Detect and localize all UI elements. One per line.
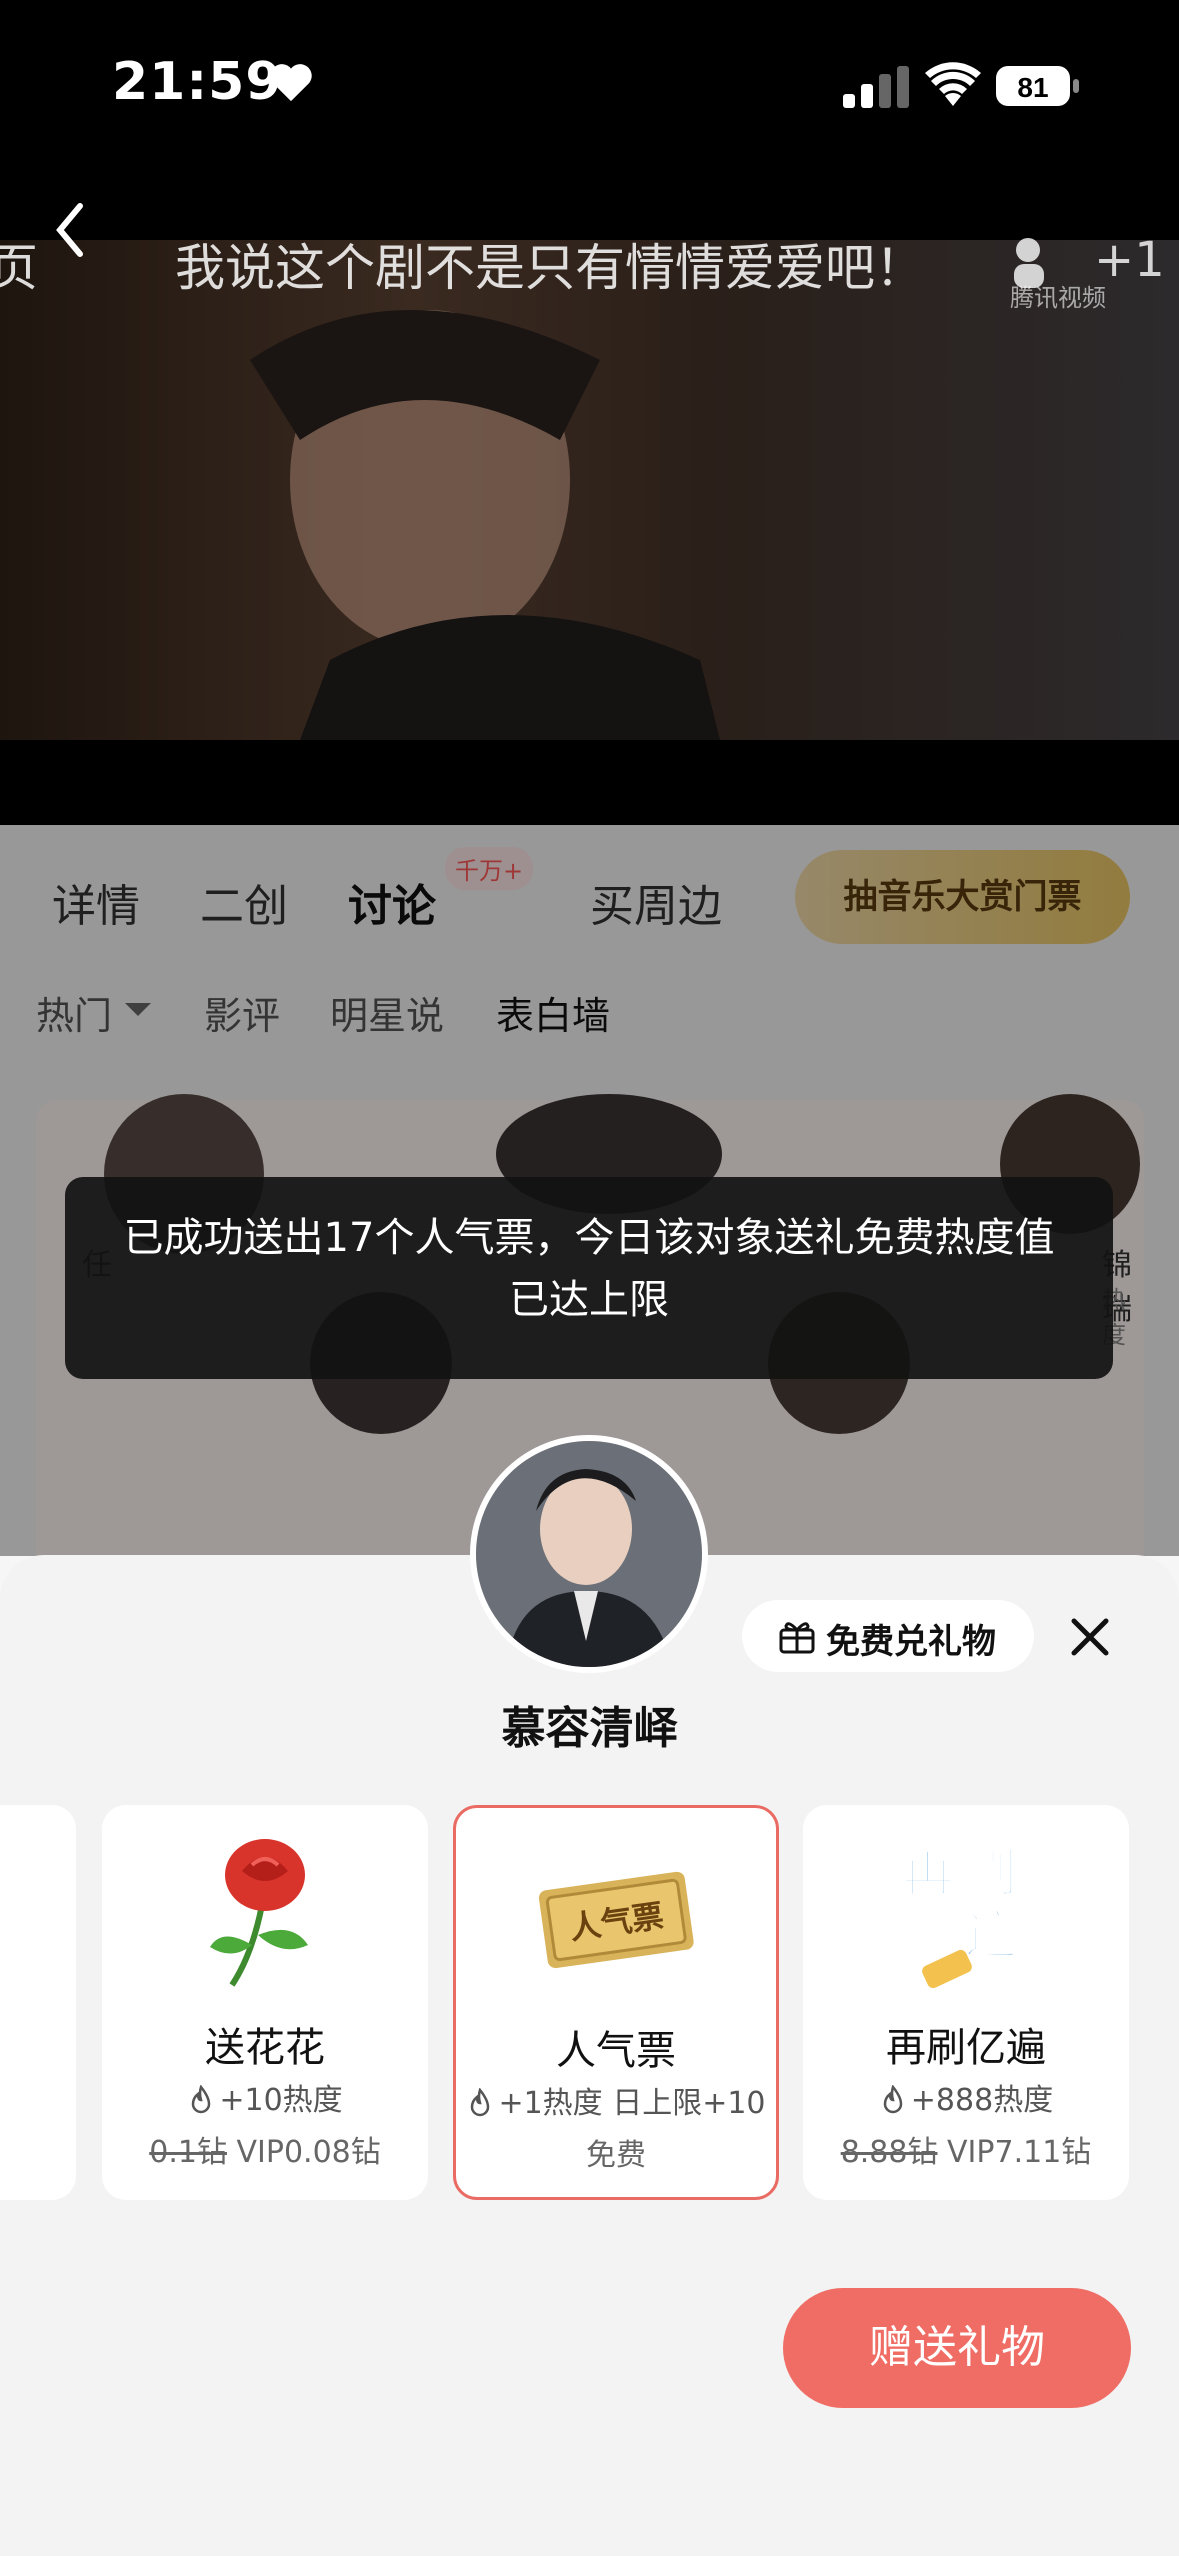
gift-heat-value: +10热度 [219, 2083, 343, 2118]
rose-icon [210, 1839, 308, 1987]
viewer-count: +1 542 [1094, 232, 1179, 288]
battery-level: 81 [1017, 72, 1048, 103]
gift-original-price: 0.1钻 [149, 2135, 227, 2170]
gift-icon [779, 1622, 815, 1654]
gift-card-rewatch[interactable]: 再 刷 遍 再刷亿遍 +888热度 8.88钻 VIP7.11钻 [803, 1805, 1129, 2200]
danmaku-comment: 我说这个剧不是只有情情爱爱吧！ [175, 239, 925, 297]
signal-icon [843, 66, 909, 108]
video-frame [0, 240, 1179, 740]
rewatch-art-char: 再 [902, 1844, 954, 1904]
close-icon[interactable] [1068, 1615, 1112, 1659]
gift-price: 0.1钻 VIP0.08钻 [102, 2127, 428, 2171]
video-player[interactable]: 页 我说这个剧不是只有情情爱爱吧！ +1 542 腾讯视频 [0, 170, 1179, 825]
gift-heat-value: +888热度 [910, 2083, 1054, 2118]
flame-icon [471, 2087, 490, 2117]
recipient-avatar [470, 1435, 708, 1673]
gift-heat: +10热度 [102, 2075, 428, 2119]
gift-price: 8.88钻 VIP7.11钻 [803, 2127, 1129, 2171]
status-time: 21:59 [112, 52, 283, 112]
video-watermark: 腾讯视频 [1010, 284, 1106, 312]
gift-title: 送花花 [205, 2025, 325, 2071]
free-gift-label: 免费兑礼物 [826, 1622, 996, 1662]
rewatch-art-char: 刷 [965, 1844, 1017, 1904]
gift-bottom-sheet: 免费兑礼物 慕容清峄 送花花 +10热度 0.1钻 VIP0.08钻 人气票 人… [0, 1555, 1179, 2556]
gift-vip-price: VIP0.08钻 [236, 2135, 381, 2170]
gift-heat-value: +1热度 日上限+10 [498, 2086, 766, 2121]
danmaku-fragment: 页 [0, 239, 38, 297]
gift-original-price: 8.88钻 [840, 2135, 938, 2170]
gift-title: 人气票 [556, 2028, 676, 2074]
ticket-icon: 人气票 [538, 1871, 694, 1969]
avatar-photo [476, 1441, 702, 1667]
flame-icon [192, 2084, 211, 2114]
back-icon[interactable] [50, 200, 90, 260]
gift-card-partial[interactable] [0, 1805, 76, 2200]
gift-heat: +888热度 [803, 2075, 1129, 2119]
gift-title: 再刷亿遍 [886, 2025, 1046, 2071]
heart-icon [270, 64, 312, 102]
flame-icon [883, 2084, 903, 2114]
recipient-name: 慕容清峄 [501, 1703, 678, 1754]
free-gift-exchange-button[interactable]: 免费兑礼物 [742, 1600, 1034, 1672]
rewatch-icon: 再 刷 遍 [901, 1843, 1018, 1989]
status-bar: 21:59 81 [0, 0, 1179, 170]
gift-price: 免费 [586, 2138, 646, 2173]
gift-card-rose[interactable]: 送花花 +10热度 0.1钻 VIP0.08钻 [102, 1805, 428, 2200]
send-gift-button[interactable]: 赠送礼物 [783, 2288, 1131, 2408]
rewatch-art-char: 遍 [965, 1906, 1017, 1966]
battery-icon: 81 [996, 66, 1079, 106]
toast-message: 已成功送出17个人气票，今日该对象送礼免费热度值已达上限 [65, 1177, 1113, 1379]
gift-heat: +1热度 日上限+10 [456, 2078, 776, 2122]
gift-vip-price: VIP7.11钻 [947, 2135, 1092, 2170]
wifi-icon [925, 62, 981, 106]
gift-card-popularity-ticket[interactable]: 人气票 人气票 +1热度 日上限+10 免费 [453, 1805, 779, 2200]
